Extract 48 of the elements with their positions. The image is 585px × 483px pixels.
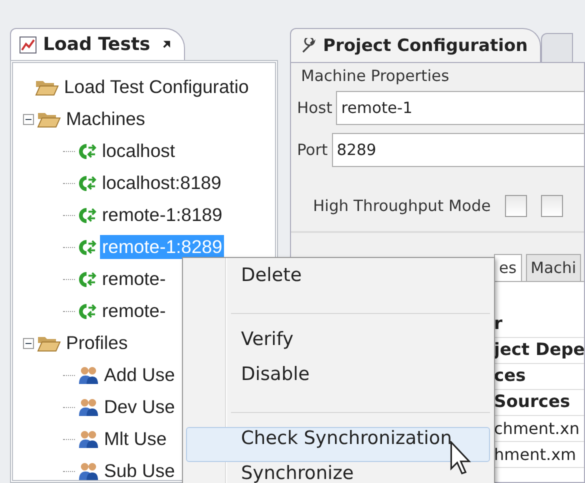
tree-item[interactable]: remote-1:8189 [100,203,224,227]
sync-arrows-icon [78,206,97,224]
tree-item[interactable]: remote- [100,299,168,323]
arrow-icon [162,40,172,49]
users-icon [78,366,99,384]
project-configuration-tab[interactable]: Project Configuration [290,28,541,62]
menu-item[interactable]: Verify [186,328,490,363]
tree-item[interactable]: Load Test Configuratio [62,75,251,99]
checkbox-label: High Throughput Mode [313,197,491,215]
tree-item[interactable]: remote- [100,267,168,291]
users-icon [78,430,99,448]
tree-item[interactable]: Sub Use [102,459,177,480]
collapse-icon[interactable] [23,114,34,124]
users-icon [78,398,99,416]
sync-arrows-icon [78,302,97,320]
chart-icon [19,36,37,54]
sync-arrows-icon [78,174,97,192]
folder-icon [37,334,61,352]
field-label: Host [297,99,332,117]
menu-item[interactable]: Delete [186,264,490,299]
collapse-icon[interactable] [23,338,34,348]
group-title: Machine Properties [301,67,450,85]
tree-item[interactable]: localhost [100,139,178,163]
checkbox[interactable] [504,195,527,217]
sync-arrows-icon [78,142,97,160]
tree-item[interactable]: Mlt Use [102,427,169,451]
tree-item[interactable]: localhost:8189 [100,171,224,195]
checkbox[interactable] [540,195,563,217]
tree-item[interactable]: Dev Use [102,395,177,419]
field-label: Port [297,141,328,159]
tab[interactable] [540,33,573,62]
menu-item[interactable]: Synchronize [186,462,490,483]
tab[interactable]: Machi [526,254,582,281]
folder-icon [35,78,59,96]
tree-item[interactable]: Profiles [64,331,130,355]
input-field[interactable]: 8289 [332,133,584,167]
tab[interactable]: es [494,254,522,281]
users-icon [78,462,99,480]
menu-item[interactable]: Disable [186,363,490,398]
menu-item[interactable]: Check Synchronization [186,427,490,462]
input-field[interactable]: remote-1 [336,91,584,125]
sync-arrows-icon [78,238,97,256]
sync-arrows-icon [78,270,97,288]
folder-icon [37,110,61,128]
load-tests-tab[interactable]: Load Tests [10,28,185,60]
tree-item[interactable]: Machines [64,107,148,131]
wrench-icon [301,38,317,54]
tree-item[interactable]: Add Use [102,363,177,387]
